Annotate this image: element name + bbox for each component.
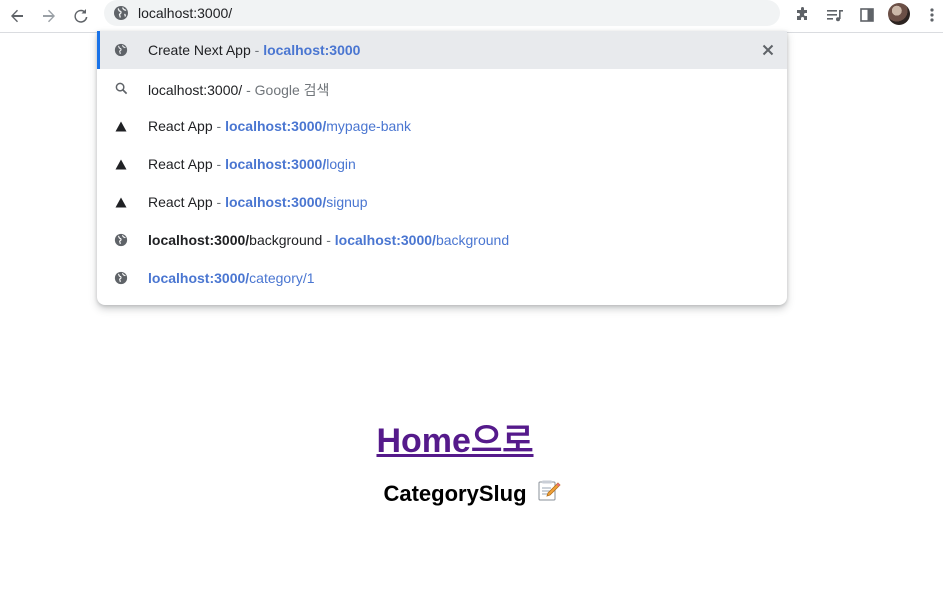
suggestion-item[interactable]: React App - localhost:3000/mypage-bank — [97, 107, 787, 145]
browser-toolbar: localhost:3000/ — [0, 0, 943, 33]
suggestion-item[interactable]: localhost:3000/category/1 — [97, 259, 787, 297]
suggestion-item[interactable]: Create Next App - localhost:3000 — [97, 31, 787, 69]
memo-icon — [537, 478, 561, 508]
globe-icon — [114, 271, 128, 285]
url-text[interactable]: localhost:3000/ — [138, 5, 232, 21]
forward-arrow-icon[interactable] — [36, 3, 62, 29]
avatar[interactable] — [888, 3, 910, 25]
suggestion-title: Create Next App — [148, 42, 251, 58]
suggestion-url-path: mypage-bank — [326, 118, 412, 134]
home-link[interactable]: Home으로 — [0, 413, 910, 462]
side-panel-icon[interactable] — [856, 4, 878, 26]
suggestion-title: React App — [148, 156, 213, 172]
omnibox-suggestions: Create Next App - localhost:3000 localho… — [97, 31, 787, 305]
suggestion-item[interactable]: localhost:3000/background - localhost:30… — [97, 221, 787, 259]
page-heading: CategorySlug — [0, 480, 943, 510]
heading-text: CategorySlug — [383, 480, 527, 506]
suggestion-url-path: background — [435, 232, 510, 248]
suggestion-title: React App — [148, 118, 213, 134]
globe-icon — [113, 5, 129, 26]
close-icon[interactable] — [761, 43, 775, 57]
globe-icon — [114, 43, 128, 57]
triangle-icon — [114, 119, 128, 133]
suggestion-title-path: background — [249, 232, 323, 248]
back-arrow-icon[interactable] — [4, 3, 30, 29]
suggestion-url-path: signup — [326, 194, 368, 210]
suggestion-separator: - — [212, 118, 226, 134]
suggestion-title: localhost:3000/ — [148, 82, 243, 98]
suggestion-url-host: localhost:3000/ — [148, 270, 250, 286]
suggestion-item[interactable]: localhost:3000/ - Google 검색 — [97, 69, 787, 107]
suggestion-url-path: category/1 — [249, 270, 315, 286]
more-vert-icon[interactable] — [921, 4, 943, 26]
suggestion-separator: - — [242, 82, 255, 98]
suggestion-url-host: localhost:3000/ — [225, 194, 327, 210]
suggestion-separator: - — [212, 156, 226, 172]
suggestion-separator: - — [212, 194, 226, 210]
extensions-icon[interactable] — [792, 4, 814, 26]
suggestion-title: React App — [148, 194, 213, 210]
suggestion-title-host: localhost:3000/ — [148, 232, 250, 248]
suggestion-extra: Google 검색 — [254, 82, 330, 98]
suggestion-separator: - — [322, 232, 335, 248]
reload-icon[interactable] — [68, 3, 94, 29]
triangle-icon — [114, 157, 128, 171]
suggestion-url-host: localhost:3000/ — [334, 232, 436, 248]
globe-icon — [114, 233, 128, 247]
triangle-icon — [114, 195, 128, 209]
suggestion-item[interactable]: React App - localhost:3000/signup — [97, 183, 787, 221]
suggestion-url-host: localhost:3000/ — [225, 156, 327, 172]
suggestion-separator: - — [250, 42, 264, 58]
suggestion-url: localhost:3000 — [263, 42, 361, 58]
search-icon — [114, 81, 128, 95]
address-bar[interactable]: localhost:3000/ — [104, 0, 780, 26]
media-queue-icon[interactable] — [824, 4, 846, 26]
suggestion-item[interactable]: React App - localhost:3000/login — [97, 145, 787, 183]
suggestion-url-path: login — [326, 156, 356, 172]
suggestion-url-host: localhost:3000/ — [225, 118, 327, 134]
